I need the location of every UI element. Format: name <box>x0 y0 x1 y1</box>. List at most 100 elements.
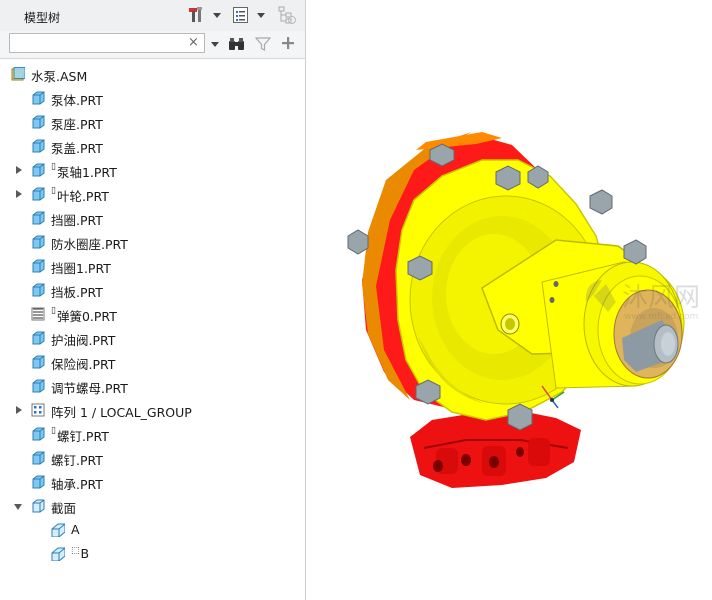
tree-item-label: 泵体.PRT <box>51 90 103 109</box>
add-icon[interactable] <box>282 37 294 49</box>
chevron-down-icon <box>213 12 221 18</box>
tree-columns-icon <box>278 6 296 24</box>
tree-item[interactable]: 防水圈座.PRT <box>0 230 304 254</box>
part-icon <box>32 115 45 129</box>
tree-item-text: 保险阀.PRT <box>51 357 116 372</box>
tree-item[interactable]: 螺钉.PRT <box>0 446 304 470</box>
status-marker-icon: ▯ <box>51 306 56 316</box>
tree-item[interactable]: 阵列 1 / LOCAL_GROUP <box>0 398 304 422</box>
tree-item-section[interactable]: ⬚B <box>0 542 304 566</box>
assembly-icon <box>11 67 25 81</box>
expand-arrow-icon[interactable] <box>16 406 22 414</box>
search-row: × <box>0 31 305 59</box>
part-icon <box>32 331 45 345</box>
settings-tools-button[interactable] <box>187 5 221 25</box>
tree-item[interactable]: ▯泵轴1.PRT <box>0 158 304 182</box>
tree-item-label: 轴承.PRT <box>51 474 103 493</box>
tree-item-text: 水泵.ASM <box>31 69 88 84</box>
part-icon <box>32 451 45 465</box>
tree-item[interactable]: 泵座.PRT <box>0 110 304 134</box>
part-icon <box>32 475 45 489</box>
tree-item-label: 护油阀.PRT <box>51 330 115 349</box>
section-plane-icon <box>51 547 65 561</box>
tree-item[interactable]: 挡板.PRT <box>0 278 304 302</box>
tree-item[interactable]: 挡圈.PRT <box>0 206 304 230</box>
status-marker-icon: ⬚ <box>71 546 80 556</box>
tree-item[interactable]: 轴承.PRT <box>0 470 304 494</box>
tree-item[interactable]: ▯螺钉.PRT <box>0 422 304 446</box>
tree-item-label: 调节螺母.PRT <box>51 378 128 397</box>
status-marker-icon: ▯ <box>51 426 56 436</box>
tree-item-label: 防水圈座.PRT <box>51 234 128 253</box>
chevron-down-icon <box>257 12 265 18</box>
show-menu-button[interactable] <box>232 5 265 25</box>
tree-item-text: 叶轮.PRT <box>56 189 109 204</box>
clear-search-icon[interactable]: × <box>188 36 199 50</box>
tree-item[interactable]: 保险阀.PRT <box>0 350 304 374</box>
tree-item-label: 泵盖.PRT <box>51 138 103 157</box>
tree-item-label: 挡圈.PRT <box>51 210 103 229</box>
tree-item-label: 阵列 1 / LOCAL_GROUP <box>51 402 192 421</box>
tree-item[interactable]: 泵体.PRT <box>0 86 304 110</box>
tree-item-label: A <box>71 522 80 537</box>
tree-item[interactable]: ▯叶轮.PRT <box>0 182 304 206</box>
tree-item[interactable]: 调节螺母.PRT <box>0 374 304 398</box>
part-icon <box>32 283 45 297</box>
tree-item-label: 挡板.PRT <box>51 282 103 301</box>
tree-filter-toggle-button[interactable] <box>277 5 297 25</box>
binoculars-icon[interactable] <box>228 36 246 52</box>
part-icon <box>32 211 45 225</box>
tree-item-text: 螺钉.PRT <box>51 453 103 468</box>
panel-title: 模型树 <box>24 11 61 25</box>
tree-item-text: 泵盖.PRT <box>51 141 103 156</box>
status-marker-icon: ▯ <box>51 162 56 172</box>
graphics-viewport[interactable]: 沐风网 www.mfcad.com <box>306 0 712 600</box>
tree-item-label: ▯螺钉.PRT <box>51 426 109 445</box>
part-icon <box>32 379 45 393</box>
spring-part-icon <box>31 307 45 321</box>
mfcad-watermark-logo: 沐风网 www.mfcad.com <box>585 280 700 322</box>
part-icon <box>32 235 45 249</box>
part-icon <box>32 355 45 369</box>
tree-item-text: 螺钉.PRT <box>56 429 109 444</box>
list-view-icon <box>233 7 248 23</box>
part-icon <box>32 139 45 153</box>
tree-item-text: 挡板.PRT <box>51 285 103 300</box>
part-icon <box>32 259 45 273</box>
tree-item-text: 调节螺母.PRT <box>51 381 128 396</box>
expand-arrow-icon[interactable] <box>16 166 22 174</box>
tree-item-text: 挡圈.PRT <box>51 213 103 228</box>
tree-item-label: 泵座.PRT <box>51 114 103 133</box>
search-dropdown-icon[interactable] <box>211 42 219 47</box>
tree-item-label: ▯叶轮.PRT <box>51 186 109 205</box>
status-marker-icon: ▯ <box>51 186 56 196</box>
filter-icon[interactable] <box>255 36 271 52</box>
pump-base <box>410 408 581 488</box>
tree-item-label: 保险阀.PRT <box>51 354 115 373</box>
tree-item[interactable]: 挡圈1.PRT <box>0 254 304 278</box>
watermark-text: 沐风网 <box>622 283 700 313</box>
collapse-arrow-icon[interactable] <box>14 504 22 510</box>
expand-arrow-icon[interactable] <box>16 190 22 198</box>
tree-item-sections[interactable]: 截面 <box>0 494 304 518</box>
tree-item-label: ⬚B <box>71 546 89 561</box>
tree-item[interactable]: 护油阀.PRT <box>0 326 304 350</box>
tree-item-label: 螺钉.PRT <box>51 450 103 469</box>
part-icon <box>32 187 45 201</box>
model-tree-panel: 模型树 × 水泵.ASM 泵体.PRT 泵座.PRT 泵盖.PRT ▯泵轴1.P… <box>0 0 306 600</box>
search-input[interactable] <box>9 33 205 53</box>
tree-item[interactable]: ▯弹簧0.PRT <box>0 302 304 326</box>
tree-item[interactable]: 泵盖.PRT <box>0 134 304 158</box>
tree-item-label: 水泵.ASM <box>31 66 87 85</box>
tree-item-text: 弹簧0.PRT <box>56 309 117 324</box>
section-plane-icon <box>51 523 65 537</box>
tree-root-assembly[interactable]: 水泵.ASM <box>0 62 304 86</box>
tree-item-text: B <box>80 546 90 561</box>
tree-item-text: 泵体.PRT <box>51 93 103 108</box>
tree-item-text: 防水圈座.PRT <box>51 237 128 252</box>
tree-item-section[interactable]: A <box>0 518 304 542</box>
tree-item-text: 泵轴1.PRT <box>56 165 117 180</box>
tree-item-text: 护油阀.PRT <box>51 333 116 348</box>
tree-item-text: A <box>71 522 80 537</box>
part-icon <box>32 427 45 441</box>
